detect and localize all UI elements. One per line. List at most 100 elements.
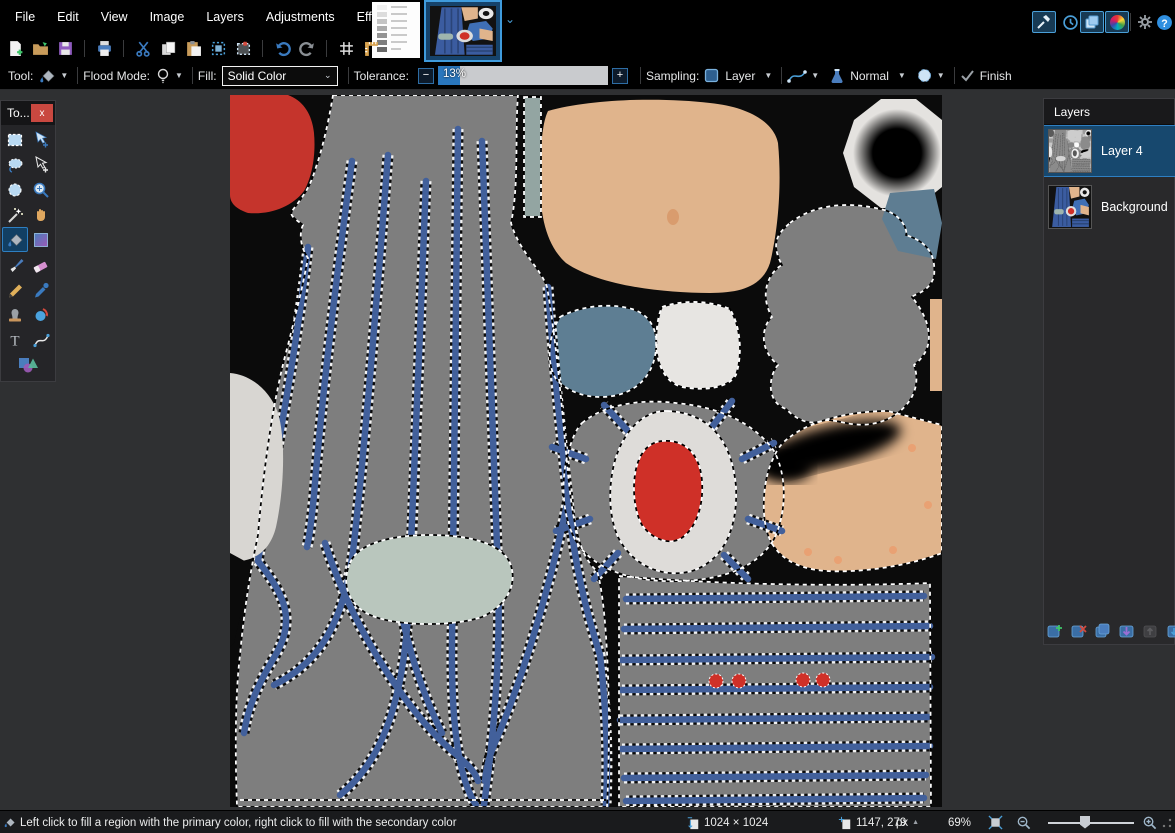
tool-pencil[interactable] <box>2 277 28 302</box>
tool-recolor[interactable] <box>28 302 54 327</box>
tools-window-close-button[interactable]: x <box>31 104 53 122</box>
menu-view[interactable]: View <box>90 0 139 35</box>
blend-mode-caret[interactable]: ▼ <box>898 71 906 80</box>
menu-edit[interactable]: Edit <box>46 0 90 35</box>
tool-shapes[interactable] <box>15 352 41 377</box>
paste-button[interactable] <box>182 38 204 60</box>
duplicate-layer-button[interactable] <box>1093 621 1113 641</box>
duplicate-layer-icon <box>1095 623 1110 638</box>
add-layer-button[interactable] <box>1045 621 1065 641</box>
tool-dropdown-caret[interactable]: ▼ <box>60 71 68 80</box>
help-button[interactable]: ? <box>1152 11 1175 33</box>
unit-selector[interactable]: px ▲ <box>896 811 919 833</box>
tool-text[interactable]: T <box>2 327 28 352</box>
toolbar-separator <box>326 40 327 57</box>
cursor-position-icon <box>838 816 851 829</box>
tool-pan[interactable] <box>28 202 54 227</box>
delete-layer-button[interactable] <box>1069 621 1089 641</box>
zoom-tool-icon <box>33 182 49 198</box>
tool-clone-stamp[interactable] <box>2 302 28 327</box>
zoom-in-button[interactable] <box>1142 811 1157 833</box>
crop-button[interactable] <box>207 38 229 60</box>
tab-active-texture-image[interactable] <box>424 0 502 62</box>
tools-window-titlebar[interactable]: To... x <box>1 101 55 125</box>
curve-quality-icon[interactable] <box>787 68 808 84</box>
tool-lasso-select[interactable] <box>2 152 28 177</box>
svg-text:?: ? <box>1161 17 1167 29</box>
tool-eraser[interactable] <box>28 252 54 277</box>
tolerance-decrease-button[interactable]: − <box>417 67 434 84</box>
tool-magic-wand[interactable] <box>2 202 28 227</box>
move-layer-up-button[interactable] <box>1141 621 1161 641</box>
toolbar-separator <box>262 40 263 57</box>
tool-ellipse-select[interactable] <box>2 177 28 202</box>
tool-move-selection[interactable] <box>28 152 54 177</box>
tool-zoom[interactable] <box>28 177 54 202</box>
resize-grip[interactable] <box>1162 811 1172 833</box>
deselect-button[interactable] <box>232 38 254 60</box>
layer-name: Layer 4 <box>1101 144 1143 158</box>
undo-button[interactable] <box>271 38 293 60</box>
zoom-fit-button[interactable] <box>988 811 1003 833</box>
paint-bucket-icon[interactable] <box>38 67 56 85</box>
tool-rectangle-select[interactable] <box>2 127 28 152</box>
finish-check-icon[interactable] <box>960 69 975 82</box>
image-list-chevron-icon[interactable]: ⌄ <box>505 12 515 26</box>
layer-row-background[interactable]: Background <box>1044 181 1175 233</box>
layers-window-toggle[interactable] <box>1080 11 1104 33</box>
sampling-caret[interactable]: ▼ <box>764 71 772 80</box>
curve-quality-caret[interactable]: ▼ <box>811 71 819 80</box>
tolerance-slider[interactable]: 13% <box>437 66 608 85</box>
cut-button[interactable] <box>132 38 154 60</box>
antialiasing-caret[interactable]: ▼ <box>937 71 945 80</box>
zoom-out-button[interactable] <box>1016 811 1031 833</box>
sampling-value[interactable]: Layer <box>725 69 755 83</box>
unit-value: px <box>896 816 909 829</box>
text-tool-icon: T <box>10 333 19 349</box>
new-button[interactable] <box>4 38 26 60</box>
menu-adjustments[interactable]: Adjustments <box>255 0 346 35</box>
blend-mode-value[interactable]: Normal <box>850 69 889 83</box>
tool-gradient[interactable] <box>28 227 54 252</box>
tool-paint-bucket[interactable] <box>2 227 28 252</box>
flood-mode-caret[interactable]: ▼ <box>175 71 183 80</box>
antialiasing-icon[interactable] <box>916 67 933 84</box>
zoom-slider-thumb[interactable] <box>1080 815 1090 829</box>
tool-line-curve[interactable] <box>28 327 54 352</box>
finish-label[interactable]: Finish <box>980 69 1012 83</box>
tolerance-increase-button[interactable]: + <box>611 67 628 84</box>
layers-stack-icon <box>1085 15 1099 29</box>
canvas[interactable] <box>230 95 942 807</box>
move-layer-down-button[interactable] <box>1165 621 1175 641</box>
ruler-button[interactable] <box>360 38 382 60</box>
zoom-slider-track[interactable] <box>1048 815 1134 829</box>
zoom-slider[interactable] <box>1048 811 1134 833</box>
gear-icon <box>1138 15 1152 29</box>
layer-row-layer4[interactable]: Layer 4 <box>1044 125 1175 177</box>
image-size-value: 1024 × 1024 <box>704 816 769 829</box>
history-window-toggle[interactable] <box>1058 11 1082 33</box>
tool-move-selected-pixels[interactable] <box>28 127 54 152</box>
menu-bar: File Edit View Image Layers Adjustments … <box>0 0 406 35</box>
tools-window-toggle[interactable] <box>1032 11 1056 33</box>
colors-window-toggle[interactable] <box>1105 11 1129 33</box>
menu-image[interactable]: Image <box>139 0 196 35</box>
open-button[interactable] <box>29 38 51 60</box>
tool-paintbrush[interactable] <box>2 252 28 277</box>
grid-button[interactable] <box>335 38 357 60</box>
flood-mode-bulb-icon[interactable] <box>155 67 171 85</box>
background-thumbnail <box>1048 185 1092 229</box>
print-button[interactable] <box>93 38 115 60</box>
redo-button[interactable] <box>296 38 318 60</box>
fill-select[interactable]: Solid Color ⌄ <box>221 65 338 86</box>
copy-button[interactable] <box>157 38 179 60</box>
tool-color-picker[interactable] <box>28 277 54 302</box>
menu-layers[interactable]: Layers <box>195 0 255 35</box>
menu-file[interactable]: File <box>4 0 46 35</box>
status-bar: Left click to fill a region with the pri… <box>0 810 1175 833</box>
fill-label: Fill: <box>197 68 217 83</box>
save-button[interactable] <box>54 38 76 60</box>
quick-actions-separator <box>1130 13 1131 31</box>
merge-layer-down-button[interactable] <box>1117 621 1137 641</box>
blend-mode-flask-icon <box>831 68 843 83</box>
